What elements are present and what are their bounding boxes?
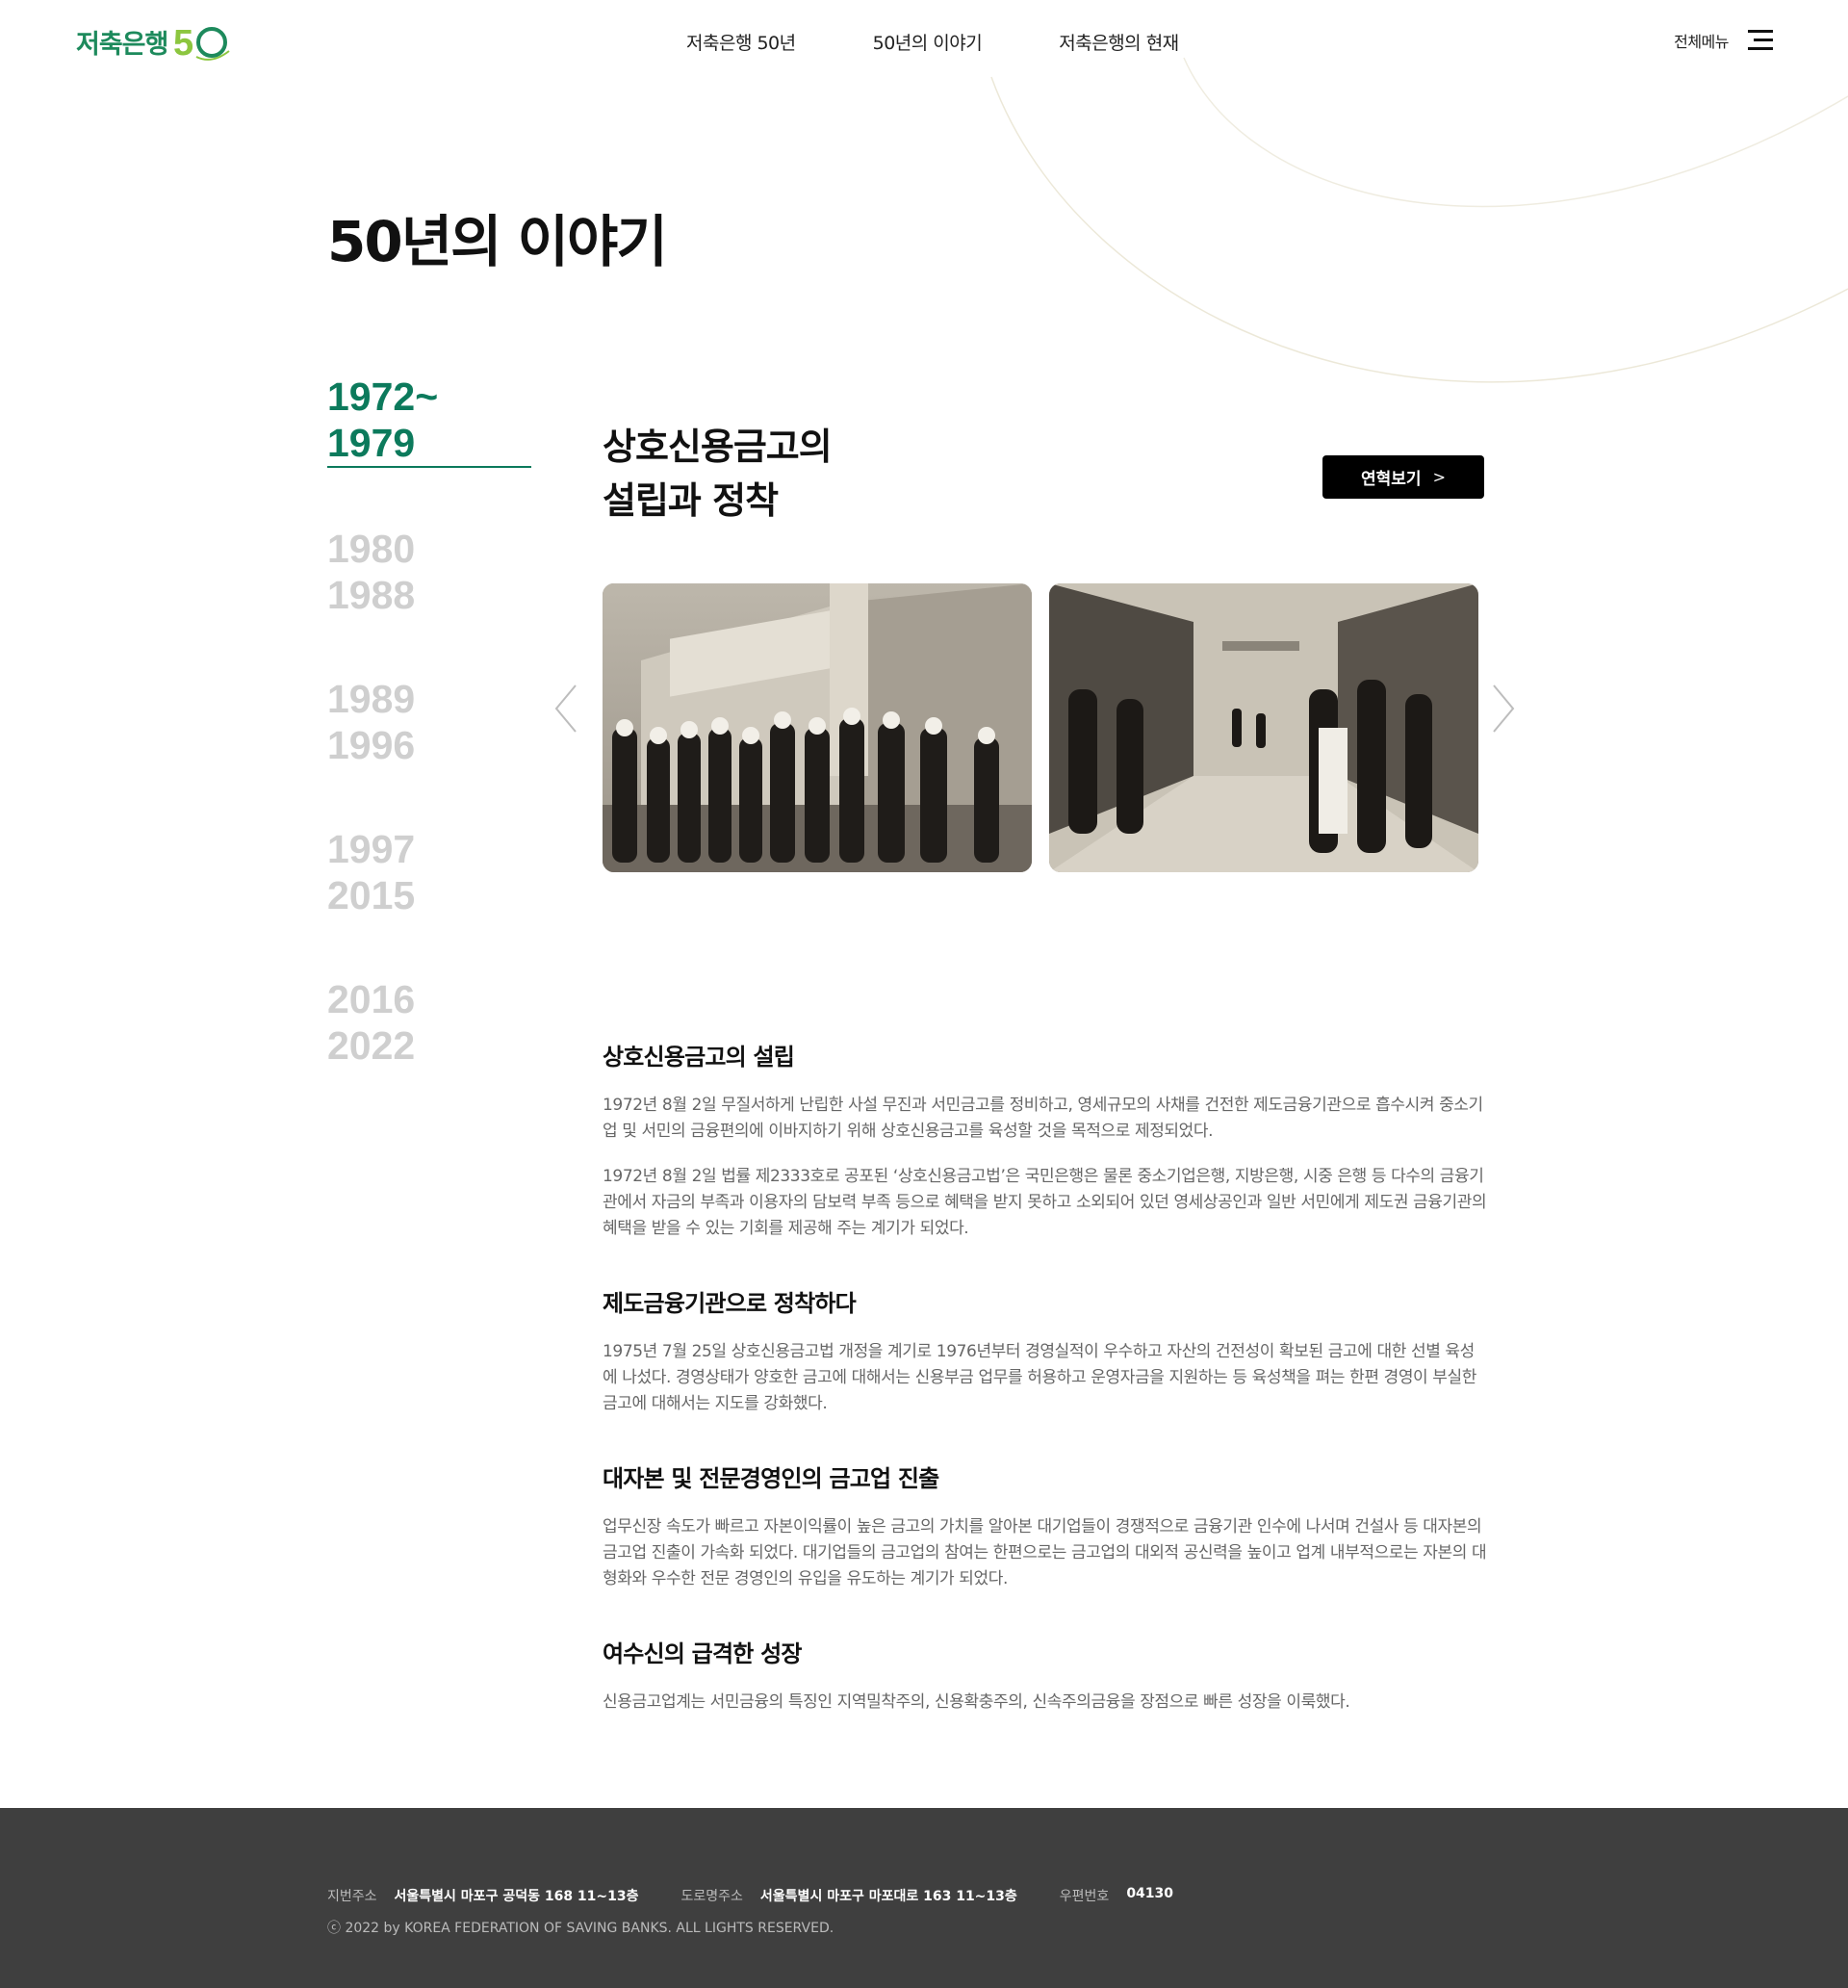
timeline-start: 2016	[327, 977, 416, 1021]
section-heading: 상호신용금고의 설립	[603, 1044, 795, 1071]
hamburger-menu-icon	[1748, 30, 1773, 51]
section-savings-founding: 상호신용금고의 설립 1972년 8월 2일 무질서하게 난립한 사설 무진과 …	[603, 1038, 1488, 1261]
svg-text:5: 5	[173, 23, 193, 61]
section-heading: 제도금융기관으로 정착하다	[603, 1290, 857, 1317]
main-nav: 저축은행 50년 50년의 이야기 저축은행의 현재	[686, 29, 1256, 55]
section-heading: 대자본 및 전문경영인의 금고업 진출	[603, 1465, 939, 1492]
section-paragraph: 신용금고업계는 서민금융의 특징인 지역밀착주의, 신용확충주의, 신속주의금융…	[603, 1692, 1350, 1712]
timeline-end: 2022	[327, 1023, 416, 1068]
timeline-item-1989-1996[interactable]: 1989 1996	[327, 676, 531, 768]
section-large-capital-entry: 대자본 및 전문경영인의 금고업 진출 업무신장 속도가 빠르고 자본이익률이 …	[603, 1459, 1488, 1612]
timeline-end: 1996	[327, 723, 416, 767]
timeline-item-1972-1979[interactable]: 1972~ 1979	[327, 374, 531, 468]
timeline-end: 1988	[327, 573, 416, 617]
era-title: 상호신용금고의 설립과 정착	[603, 420, 833, 528]
all-menu-button[interactable]: 전체메뉴	[1674, 29, 1773, 52]
road-address-label: 도로명주소	[680, 1889, 743, 1904]
road-address-value: 서울특별시 마포구 마포대로 163 11~13층	[759, 1889, 1017, 1904]
jibun-address-label: 지번주소	[327, 1889, 377, 1904]
zip-code-label: 우편번호	[1059, 1889, 1110, 1904]
section-paragraph: 1972년 8월 2일 무질서하게 난립한 사설 무진과 서민금고를 정비하고,…	[603, 1096, 1483, 1141]
chevron-right-icon: >	[1432, 468, 1446, 486]
era-title-line1: 상호신용금고의	[603, 426, 833, 468]
timeline-item-1997-2015[interactable]: 1997 2015	[327, 826, 531, 918]
timeline-start: 1972~	[327, 374, 439, 419]
site-header: 저축은행 5 저축은행 50년 50년의 이야기 저축은행의 현재 전체메뉴	[0, 0, 1848, 89]
timeline-end: 2015	[327, 873, 416, 917]
view-history-label: 연혁보기	[1361, 470, 1422, 489]
section-paragraph: 1972년 8월 2일 법률 제2333호로 공포된 ‘상호신용금고법’은 국민…	[603, 1167, 1487, 1238]
footer-address: 지번주소 서울특별시 마포구 공덕동 168 11~13층 도로명주소 서울특별…	[327, 1886, 1216, 1905]
section-paragraph: 1975년 7월 25일 상호신용금고법 개정을 계기로 1976년부터 경영실…	[603, 1342, 1477, 1413]
timeline-start: 1980	[327, 527, 416, 571]
timeline-start: 1997	[327, 827, 416, 871]
timeline-item-2016-2022[interactable]: 2016 2022	[327, 976, 531, 1069]
era-title-line2: 설립과 정착	[603, 479, 779, 522]
site-logo[interactable]: 저축은행 5	[76, 21, 233, 62]
anniversary-50-logo-icon: 5	[173, 23, 230, 61]
section-rapid-growth: 여수신의 급격한 성장 신용금고업계는 서민금융의 특징인 지역밀착주의, 신용…	[603, 1635, 1488, 1735]
nav-item-50-year-story[interactable]: 50년의 이야기	[873, 29, 983, 55]
slider-next-icon[interactable]	[1488, 680, 1517, 737]
timeline-item-1980-1988[interactable]: 1980 1988	[327, 526, 531, 618]
page-title: 50년의 이야기	[327, 209, 668, 274]
timeline-end: 1979	[327, 421, 416, 465]
timeline-start: 1989	[327, 677, 416, 721]
jibun-address-value: 서울특별시 마포구 공덕동 168 11~13층	[394, 1889, 639, 1904]
logo-text: 저축은행	[76, 29, 168, 60]
section-institutional-settlement: 제도금융기관으로 정착하다 1975년 7월 25일 상호신용금고법 개정을 계…	[603, 1284, 1488, 1436]
all-menu-label: 전체메뉴	[1674, 33, 1729, 51]
section-heading: 여수신의 급격한 성장	[603, 1640, 802, 1667]
nav-item-savings-bank-present[interactable]: 저축은행의 현재	[1059, 29, 1179, 55]
zip-code-value: 04130	[1126, 1886, 1174, 1901]
photo-slider	[552, 583, 1515, 872]
nav-item-savings-bank-50[interactable]: 저축은행 50년	[686, 29, 796, 55]
slider-prev-icon[interactable]	[552, 680, 581, 737]
copyright: ⓒ 2022 by KOREA FEDERATION OF SAVING BAN…	[327, 1921, 834, 1936]
section-paragraph: 업무신장 속도가 빠르고 자본이익률이 높은 금고의 가치를 알아본 대기업들이…	[603, 1517, 1487, 1588]
site-footer: 지번주소 서울특별시 마포구 공덕동 168 11~13층 도로명주소 서울특별…	[0, 1808, 1848, 1988]
view-history-button[interactable]: 연혁보기 >	[1322, 455, 1484, 499]
slider-photo-2	[1049, 583, 1478, 872]
slider-photo-1	[603, 583, 1032, 872]
era-timeline: 1972~ 1979 1980 1988 1989 1996 1997 2015…	[327, 374, 531, 1126]
